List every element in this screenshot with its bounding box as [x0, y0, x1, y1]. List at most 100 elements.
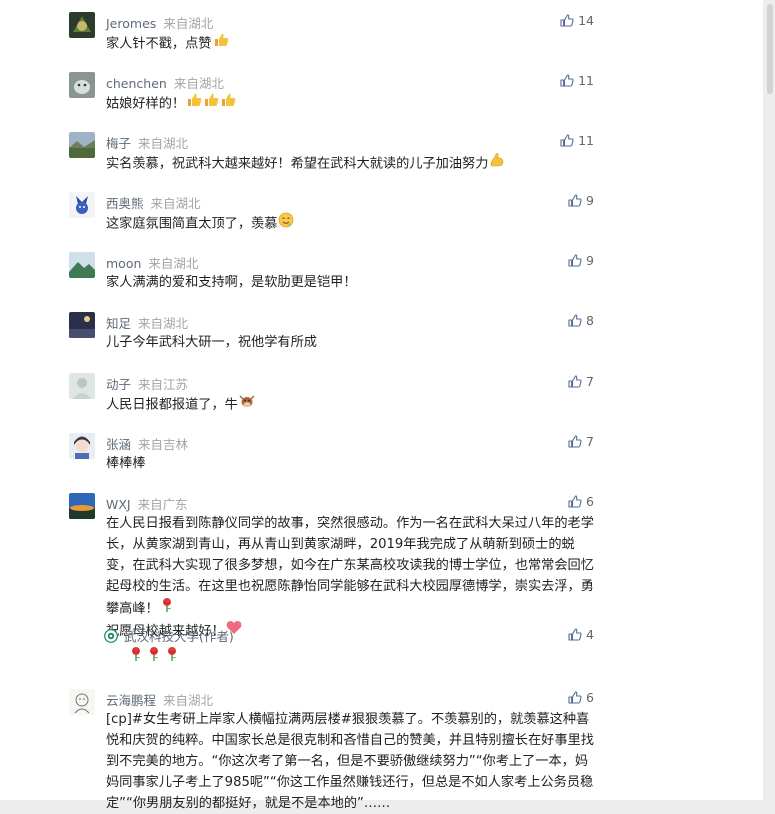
- scrollbar[interactable]: [763, 0, 775, 800]
- avatar[interactable]: [69, 192, 95, 218]
- thumbs-up-outline-icon: [568, 254, 582, 267]
- comment-author[interactable]: 云海鹏程: [106, 693, 156, 708]
- comment-body: 家人满满的爱和支持啊，是软肋更是铠甲！: [106, 275, 357, 290]
- thumbs-up-icon: [186, 92, 202, 115]
- rose-icon: [146, 646, 162, 666]
- avatar[interactable]: [69, 373, 95, 399]
- comment-author[interactable]: Jeromes: [106, 16, 156, 31]
- like-count: 11: [578, 72, 594, 88]
- comment-text: 姑娘好样的！: [106, 92, 596, 115]
- scrollbar-thumb[interactable]: [767, 4, 773, 94]
- comment-author[interactable]: 西奥熊: [106, 196, 144, 211]
- thumbs-up-icon: [220, 92, 236, 115]
- rose-icon: [164, 646, 180, 666]
- comment-body: 儿子今年武科大研一，祝他学有所成: [106, 335, 317, 350]
- like-count: 14: [578, 12, 594, 28]
- thumbs-up-outline-icon: [560, 74, 574, 87]
- like-button[interactable]: 14: [560, 12, 594, 28]
- like-count: 8: [586, 312, 594, 328]
- thumbs-up-outline-icon: [568, 435, 582, 448]
- comment-text: 棒棒棒: [106, 453, 596, 474]
- comment-author[interactable]: chenchen: [106, 76, 167, 91]
- comment-body: 这家庭氛围简直太顶了，羡慕: [106, 216, 278, 232]
- like-button[interactable]: 4: [568, 626, 594, 642]
- like-count: 4: [586, 626, 594, 642]
- avatar[interactable]: [69, 433, 95, 459]
- avatar[interactable]: [69, 132, 95, 158]
- like-button[interactable]: 11: [560, 72, 594, 88]
- like-button[interactable]: 6: [568, 689, 594, 705]
- like-count: 7: [586, 373, 594, 389]
- comment-text: 这家庭氛围简直太顶了，羡慕: [106, 212, 596, 235]
- reply-text: [128, 646, 180, 666]
- like-button[interactable]: 6: [568, 493, 594, 509]
- thumbs-up-outline-icon: [568, 194, 582, 207]
- comment-location: 来自湖北: [163, 16, 214, 31]
- comment-location: 来自湖北: [138, 316, 189, 331]
- comment-author[interactable]: moon: [106, 256, 141, 271]
- comment-location: 来自江苏: [138, 377, 189, 392]
- comment-location: 来自湖北: [173, 76, 224, 91]
- like-count: 11: [578, 132, 594, 148]
- comment-text: 在人民日报看到陈静仪同学的故事，突然很感动。作为一名在武科大呆过八年的老学长，从…: [106, 513, 596, 642]
- thumbs-up-outline-icon: [560, 14, 574, 27]
- like-button[interactable]: 9: [568, 192, 594, 208]
- thumbs-up-outline-icon: [560, 134, 574, 147]
- thumbs-up-outline-icon: [568, 628, 582, 641]
- comment-location: 来自湖北: [148, 256, 199, 271]
- comment-location: 来自湖北: [138, 136, 189, 151]
- comment-author[interactable]: 动子: [106, 377, 131, 392]
- comment-body: [cp]#女生考研上岸家人横幅拉满两层楼#狠狠羡慕了。不羡慕别的，就羡慕这种喜悦…: [106, 712, 594, 811]
- flexed-biceps-icon: [489, 152, 505, 175]
- like-button[interactable]: 8: [568, 312, 594, 328]
- like-count: 7: [586, 433, 594, 449]
- comment-text: 家人满满的爱和支持啊，是软肋更是铠甲！: [106, 272, 596, 293]
- like-button[interactable]: 11: [560, 132, 594, 148]
- thumbs-up-outline-icon: [568, 691, 582, 704]
- thumbs-up-outline-icon: [568, 314, 582, 327]
- avatar[interactable]: [69, 493, 95, 519]
- university-badge-icon: [104, 628, 118, 643]
- comment-body: 实名羡慕，祝武科大越来越好！希望在武科大就读的儿子加油努力: [106, 156, 489, 172]
- thumbs-up-outline-icon: [568, 375, 582, 388]
- author-reply: 武汉科技大学(作者) 4: [104, 626, 594, 674]
- comment-text: 人民日报都报道了，牛: [106, 393, 596, 416]
- avatar[interactable]: [69, 252, 95, 278]
- comment-body: 家人针不戳，点赞: [106, 36, 212, 52]
- comment-author[interactable]: 知足: [106, 316, 131, 331]
- like-count: 9: [586, 192, 594, 208]
- cow-face-icon: [239, 393, 255, 416]
- comment-location: 来自广东: [137, 497, 188, 512]
- reply-author[interactable]: 武汉科技大学(作者): [124, 626, 234, 645]
- like-count: 9: [586, 252, 594, 268]
- avatar[interactable]: [69, 72, 95, 98]
- comment-body: 人民日报都报道了，牛: [106, 397, 238, 413]
- thumbs-up-icon: [213, 32, 229, 55]
- like-button[interactable]: 7: [568, 433, 594, 449]
- avatar[interactable]: [69, 689, 95, 715]
- comment-body: 棒棒棒: [106, 456, 146, 471]
- avatar[interactable]: [69, 312, 95, 338]
- like-button[interactable]: 7: [568, 373, 594, 389]
- comment-location: 来自吉林: [138, 437, 189, 452]
- rose-icon: [128, 646, 144, 666]
- like-count: 6: [586, 493, 594, 509]
- comment-location: 来自湖北: [163, 693, 214, 708]
- comment-text: 实名羡慕，祝武科大越来越好！希望在武科大就读的儿子加油努力: [106, 152, 596, 175]
- rose-icon: [160, 597, 174, 620]
- thumbs-up-icon: [203, 92, 219, 115]
- comment-text: 家人针不戳，点赞: [106, 32, 596, 55]
- like-button[interactable]: 9: [568, 252, 594, 268]
- comment-body: 姑娘好样的！: [106, 96, 186, 112]
- comment-text: [cp]#女生考研上岸家人横幅拉满两层楼#狠狠羡慕了。不羡慕别的，就羡慕这种喜悦…: [106, 709, 596, 814]
- avatar[interactable]: [69, 12, 95, 38]
- comment-location: 来自湖北: [150, 196, 201, 211]
- drooling-face-icon: [278, 212, 294, 235]
- comment-body: 在人民日报看到陈静仪同学的故事，突然很感动。作为一名在武科大呆过八年的老学长，从…: [106, 516, 594, 617]
- comment-author[interactable]: 张涵: [106, 437, 131, 452]
- thumbs-up-outline-icon: [568, 495, 582, 508]
- comment-author[interactable]: 梅子: [106, 136, 131, 151]
- comment-panel: Jeromes 来自湖北 14 家人针不戳，点赞 chenchen 来自湖北 11 …: [0, 0, 763, 811]
- comment-author[interactable]: WXJ: [106, 497, 131, 512]
- comment-text: 儿子今年武科大研一，祝他学有所成: [106, 332, 596, 353]
